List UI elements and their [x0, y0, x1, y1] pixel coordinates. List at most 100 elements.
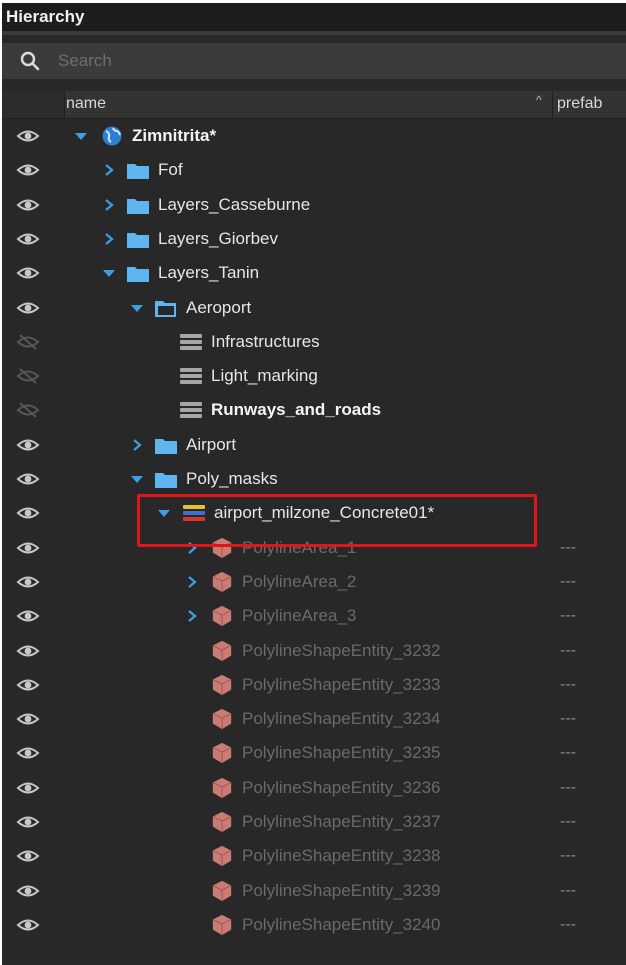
title-divider [2, 31, 626, 35]
eye-icon[interactable] [16, 299, 40, 317]
prefab-column-header[interactable]: prefab [557, 95, 602, 113]
tree-row[interactable]: Runways_and_roads [2, 393, 626, 427]
row-label: PolylineArea_3 [242, 606, 357, 626]
expand-arrow-right-icon[interactable] [130, 438, 144, 452]
tree-row[interactable]: PolylineShapeEntity_3235 --- [2, 736, 626, 770]
tree-row[interactable]: Airport [2, 428, 626, 462]
eye-icon[interactable] [16, 161, 40, 179]
eye-icon[interactable] [16, 470, 40, 488]
tree-row[interactable]: PolylineShapeEntity_3237 --- [2, 805, 626, 839]
eye-hidden-icon[interactable] [16, 401, 40, 419]
eye-icon[interactable] [16, 779, 40, 797]
eye-hidden-icon[interactable] [16, 333, 40, 351]
eye-icon[interactable] [16, 710, 40, 728]
row-label: Runways_and_roads [211, 400, 382, 420]
tree-row[interactable]: Fof [2, 153, 626, 187]
eye-icon[interactable] [16, 607, 40, 625]
tree-row[interactable]: Aeroport [2, 291, 626, 325]
eye-icon[interactable] [16, 539, 40, 557]
selection-highlight-box [137, 494, 537, 547]
tree-row[interactable]: Infrastructures [2, 325, 626, 359]
prefab-value: --- [560, 847, 576, 865]
row-label: Aeroport [186, 297, 252, 317]
tree-row[interactable]: Layers_Giorbev [2, 222, 626, 256]
expand-arrow-right-icon[interactable] [102, 163, 116, 177]
entity-cube-icon [210, 605, 234, 627]
prefab-value: --- [560, 881, 576, 899]
expand-arrow-down-icon[interactable] [74, 129, 88, 143]
entity-cube-icon [210, 845, 234, 867]
folder-icon [126, 262, 150, 284]
visibility-column-header [2, 91, 65, 118]
eye-icon[interactable] [16, 642, 40, 660]
eye-icon[interactable] [16, 264, 40, 282]
panel-title: Hierarchy [2, 3, 626, 31]
expand-arrow-right-icon[interactable] [102, 232, 116, 246]
entity-cube-icon [210, 674, 234, 696]
column-divider[interactable] [552, 91, 553, 118]
tree-row[interactable]: PolylineShapeEntity_3234 --- [2, 702, 626, 736]
sort-indicator-icon[interactable]: ^ [536, 93, 542, 107]
entity-cube-icon [210, 914, 234, 936]
search-input[interactable] [58, 48, 598, 74]
eye-icon[interactable] [16, 916, 40, 934]
expand-arrow-right-icon[interactable] [102, 198, 116, 212]
row-label: Zimnitrita* [132, 126, 217, 145]
row-label: PolylineShapeEntity_3234 [242, 709, 441, 729]
layer-icon [179, 399, 203, 421]
tree-row[interactable]: PolylineShapeEntity_3240 --- [2, 908, 626, 942]
eye-icon[interactable] [16, 196, 40, 214]
tree-row[interactable]: PolylineArea_2 --- [2, 565, 626, 599]
eye-hidden-icon[interactable] [16, 367, 40, 385]
tree-row[interactable]: PolylineShapeEntity_3233 --- [2, 668, 626, 702]
tree-row[interactable]: PolylineArea_3 --- [2, 599, 626, 633]
eye-icon[interactable] [16, 504, 40, 522]
eye-icon[interactable] [16, 882, 40, 900]
search-icon[interactable] [20, 51, 40, 71]
entity-cube-icon [210, 571, 234, 593]
row-label: PolylineShapeEntity_3237 [242, 812, 441, 831]
prefab-value: --- [560, 607, 576, 625]
entity-cube-icon [210, 777, 234, 799]
prefab-value: --- [560, 641, 576, 659]
eye-icon[interactable] [16, 847, 40, 865]
tree-row[interactable]: Zimnitrita* [2, 119, 626, 153]
eye-icon[interactable] [16, 127, 40, 145]
tree-row[interactable]: Poly_masks [2, 462, 626, 496]
folder-icon [126, 159, 150, 181]
eye-icon[interactable] [16, 676, 40, 694]
eye-icon[interactable] [16, 573, 40, 591]
prefab-value: --- [560, 538, 576, 556]
row-label: Airport [186, 434, 237, 454]
entity-cube-icon [210, 880, 234, 902]
expand-arrow-down-icon[interactable] [130, 472, 144, 486]
expand-arrow-right-icon[interactable] [185, 575, 199, 589]
tree-row[interactable]: PolylineShapeEntity_3236 --- [2, 771, 626, 805]
row-label: Poly_masks [186, 469, 278, 488]
row-label: Fof [158, 160, 183, 180]
tree-row[interactable]: Light_marking [2, 359, 626, 393]
tree-row[interactable]: Layers_Casseburne [2, 188, 626, 222]
expand-arrow-right-icon[interactable] [185, 609, 199, 623]
eye-icon[interactable] [16, 813, 40, 831]
prefab-value: --- [560, 572, 576, 590]
folder-icon [126, 194, 150, 216]
row-label: Light_marking [211, 366, 318, 386]
tree-row[interactable]: PolylineShapeEntity_3239 --- [2, 874, 626, 908]
folder-open-icon [154, 297, 178, 319]
tree-row[interactable]: PolylineShapeEntity_3238 --- [2, 839, 626, 873]
row-label: PolylineShapeEntity_3239 [242, 880, 441, 900]
eye-icon[interactable] [16, 744, 40, 762]
eye-icon[interactable] [16, 230, 40, 248]
folder-icon [126, 228, 150, 250]
row-label: PolylineShapeEntity_3236 [242, 777, 441, 797]
entity-cube-icon [210, 640, 234, 662]
tree-row[interactable]: PolylineShapeEntity_3232 --- [2, 634, 626, 668]
tree-row[interactable]: Layers_Tanin [2, 256, 626, 290]
eye-icon[interactable] [16, 436, 40, 454]
row-label: Layers_Tanin [158, 263, 260, 283]
name-column-header[interactable]: name [66, 95, 106, 113]
expand-arrow-down-icon[interactable] [130, 301, 144, 315]
row-label: Infrastructures [211, 331, 320, 351]
expand-arrow-down-icon[interactable] [102, 266, 116, 280]
